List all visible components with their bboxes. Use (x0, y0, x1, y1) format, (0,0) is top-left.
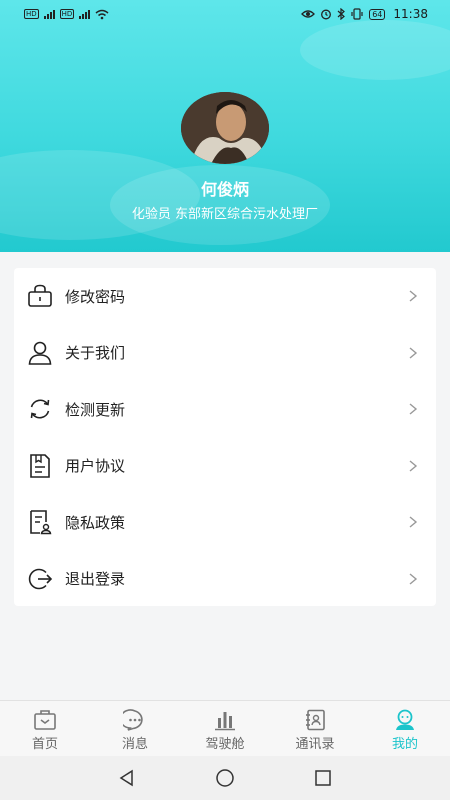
chevron-right-icon (409, 516, 418, 528)
chevron-right-icon (409, 347, 418, 359)
status-right: 64 11:38 (301, 7, 428, 21)
back-button[interactable] (115, 766, 139, 790)
signal-icon (79, 9, 91, 19)
home-circle-icon (216, 769, 234, 787)
document-icon (26, 452, 54, 480)
recents-button[interactable] (311, 766, 335, 790)
system-navigation-bar (0, 756, 450, 800)
menu-item-change-password[interactable]: 修改密码 (14, 268, 436, 325)
menu-item-about-us[interactable]: 关于我们 (14, 325, 436, 382)
tab-messages[interactable]: 消息 (90, 701, 180, 756)
menu-item-label: 隐私政策 (65, 513, 126, 532)
alarm-icon (321, 9, 332, 20)
tab-home[interactable]: 首页 (0, 701, 90, 756)
tab-cockpit[interactable]: 驾驶舱 (180, 701, 270, 756)
menu-item-check-update[interactable]: 检测更新 (14, 381, 436, 438)
eye-icon (301, 10, 316, 18)
tab-label: 驾驶舱 (205, 737, 245, 752)
chevron-right-icon (409, 403, 418, 415)
menu-item-label: 关于我们 (65, 344, 126, 363)
signal-icon (43, 9, 55, 19)
recents-square-icon (315, 770, 331, 786)
tab-label: 首页 (31, 737, 58, 752)
hd-chip: HD (59, 9, 75, 19)
menu-item-privacy-policy[interactable]: 隐私政策 (14, 494, 436, 551)
home-briefcase-icon (32, 709, 58, 731)
vibrate-icon (351, 8, 363, 20)
tab-label: 通讯录 (295, 737, 335, 752)
status-time: 11:38 (393, 7, 428, 21)
bar-chart-icon (212, 709, 238, 731)
profile-name: 何俊炳 (200, 180, 249, 199)
profile-role-organization: 化验员 东部新区综合污水处理厂 (131, 207, 319, 222)
chevron-right-icon (409, 460, 418, 472)
refresh-icon (26, 395, 54, 423)
tab-contacts[interactable]: 通讯录 (270, 701, 360, 756)
wifi-icon (95, 9, 109, 19)
tab-mine[interactable]: 我的 (360, 701, 450, 756)
person-icon (26, 339, 54, 367)
avatar-photo (181, 92, 269, 164)
chevron-right-icon (409, 573, 418, 585)
contacts-book-icon (302, 709, 328, 731)
header-cloud-decoration (300, 20, 450, 80)
privacy-document-icon (26, 508, 54, 536)
tab-label: 消息 (121, 737, 148, 752)
back-triangle-icon (119, 769, 133, 787)
lock-icon (26, 282, 54, 310)
menu-item-label: 用户协议 (65, 457, 126, 476)
menu-item-label: 修改密码 (65, 287, 126, 306)
profile-header: HD HD 64 11:38 何俊炳 化验员 东部新区综合污水处理厂 (0, 0, 450, 252)
status-left: HD HD (24, 9, 109, 20)
home-button[interactable] (213, 766, 237, 790)
status-bar: HD HD 64 11:38 (0, 0, 450, 28)
bluetooth-icon (337, 8, 346, 20)
bottom-tab-bar: 首页 消息 驾驶舱 通讯录 我的 (0, 700, 450, 756)
menu-item-user-agreement[interactable]: 用户协议 (14, 438, 436, 495)
profile-face-icon (392, 709, 418, 731)
battery-icon: 64 (369, 8, 386, 20)
message-bubble-icon (122, 709, 148, 731)
avatar[interactable] (181, 92, 269, 164)
hd-chip: HD (24, 9, 39, 19)
tab-label: 我的 (391, 737, 418, 752)
menu-item-label: 退出登录 (65, 570, 126, 589)
settings-menu: 修改密码 关于我们 检测更新 用户协议 隐私政策 退出登录 (14, 268, 436, 606)
menu-item-logout[interactable]: 退出登录 (14, 551, 436, 608)
logout-icon (26, 565, 54, 593)
chevron-right-icon (409, 290, 418, 302)
menu-item-label: 检测更新 (65, 400, 126, 419)
